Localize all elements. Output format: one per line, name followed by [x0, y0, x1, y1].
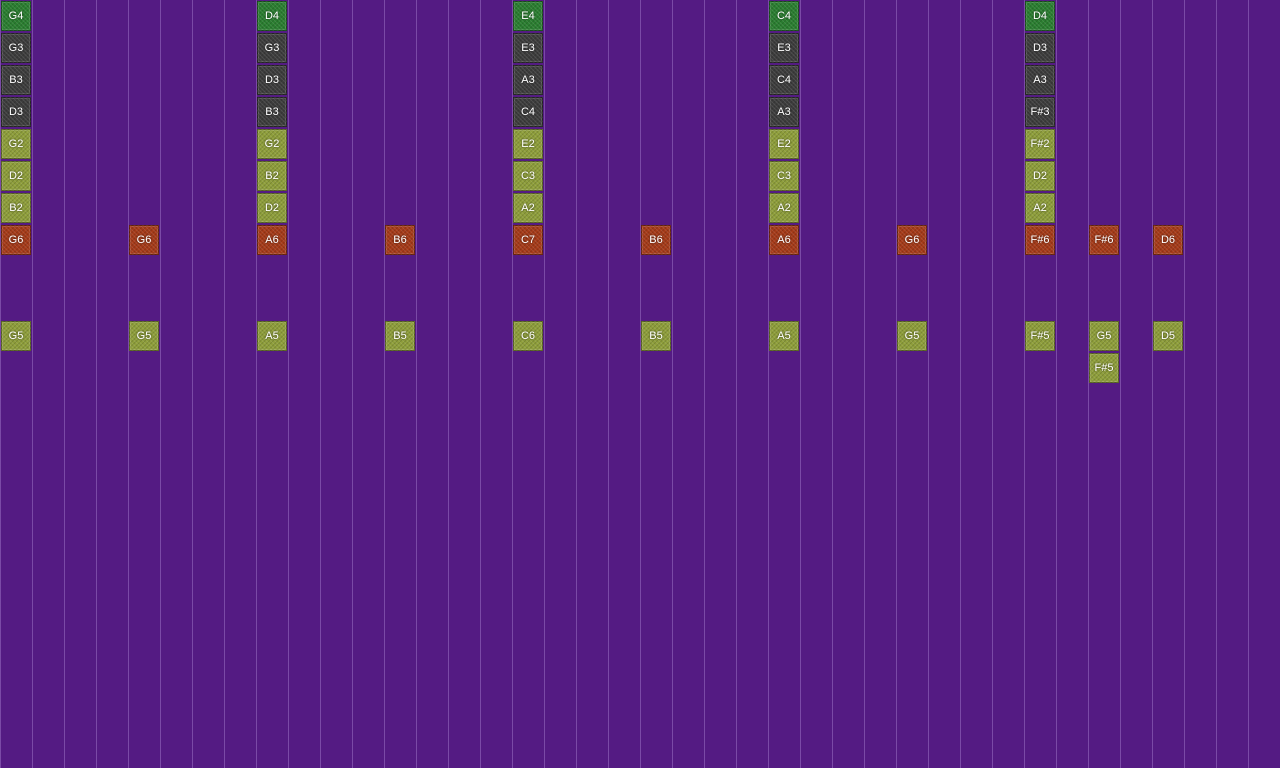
- note-cell[interactable]: F#6: [1025, 225, 1055, 255]
- note-cell[interactable]: C3: [513, 161, 543, 191]
- note-cell[interactable]: F#3: [1025, 97, 1055, 127]
- note-cell[interactable]: G4: [1, 1, 31, 31]
- note-cell[interactable]: E3: [769, 33, 799, 63]
- note-cell[interactable]: D3: [1025, 33, 1055, 63]
- note-cell[interactable]: A3: [769, 97, 799, 127]
- note-cell[interactable]: B3: [1, 65, 31, 95]
- note-cell[interactable]: C4: [513, 97, 543, 127]
- note-cell[interactable]: D5: [1153, 321, 1183, 351]
- note-cell[interactable]: D3: [257, 65, 287, 95]
- note-cell[interactable]: G2: [1, 129, 31, 159]
- note-cell[interactable]: C4: [769, 65, 799, 95]
- note-cell[interactable]: G3: [257, 33, 287, 63]
- note-cell[interactable]: B2: [1, 193, 31, 223]
- note-cell[interactable]: A5: [769, 321, 799, 351]
- note-cell[interactable]: A6: [257, 225, 287, 255]
- note-cell[interactable]: D3: [1, 97, 31, 127]
- note-cell[interactable]: A3: [513, 65, 543, 95]
- note-cell[interactable]: G3: [1, 33, 31, 63]
- note-cell[interactable]: G6: [1, 225, 31, 255]
- note-cell[interactable]: A5: [257, 321, 287, 351]
- note-cell[interactable]: D4: [1025, 1, 1055, 31]
- note-cell[interactable]: B3: [257, 97, 287, 127]
- note-cell[interactable]: F#5: [1025, 321, 1055, 351]
- note-cell[interactable]: F#5: [1089, 353, 1119, 383]
- note-cell[interactable]: A6: [769, 225, 799, 255]
- note-cell[interactable]: A2: [513, 193, 543, 223]
- note-cell[interactable]: G5: [1, 321, 31, 351]
- note-cell[interactable]: C3: [769, 161, 799, 191]
- note-cell[interactable]: A2: [1025, 193, 1055, 223]
- note-cell[interactable]: G2: [257, 129, 287, 159]
- note-cell[interactable]: G5: [897, 321, 927, 351]
- note-cell[interactable]: E3: [513, 33, 543, 63]
- note-cell[interactable]: C6: [513, 321, 543, 351]
- note-cell[interactable]: D4: [257, 1, 287, 31]
- note-cell[interactable]: D2: [1, 161, 31, 191]
- note-cell[interactable]: G6: [129, 225, 159, 255]
- note-cell[interactable]: C4: [769, 1, 799, 31]
- note-cell[interactable]: B5: [385, 321, 415, 351]
- note-cell[interactable]: E2: [769, 129, 799, 159]
- note-cell[interactable]: A2: [769, 193, 799, 223]
- sequencer-grid[interactable]: G4 G3 B3 D3 G2 D2 B2 G6 G5 G6 G5 D4 G3 D3 B3 G2 B2 D2 A6 A5…: [0, 0, 1280, 768]
- note-cell[interactable]: E4: [513, 1, 543, 31]
- note-cell[interactable]: B6: [641, 225, 671, 255]
- note-cell[interactable]: B6: [385, 225, 415, 255]
- note-cell[interactable]: A3: [1025, 65, 1055, 95]
- note-cell[interactable]: D6: [1153, 225, 1183, 255]
- note-cell[interactable]: G5: [129, 321, 159, 351]
- note-cell[interactable]: B5: [641, 321, 671, 351]
- note-cell[interactable]: E2: [513, 129, 543, 159]
- note-cell[interactable]: F#2: [1025, 129, 1055, 159]
- note-cell[interactable]: D2: [1025, 161, 1055, 191]
- note-cell[interactable]: C7: [513, 225, 543, 255]
- note-cell[interactable]: D2: [257, 193, 287, 223]
- note-cell[interactable]: F#6: [1089, 225, 1119, 255]
- note-cell[interactable]: G6: [897, 225, 927, 255]
- note-cell[interactable]: G5: [1089, 321, 1119, 351]
- note-cell[interactable]: B2: [257, 161, 287, 191]
